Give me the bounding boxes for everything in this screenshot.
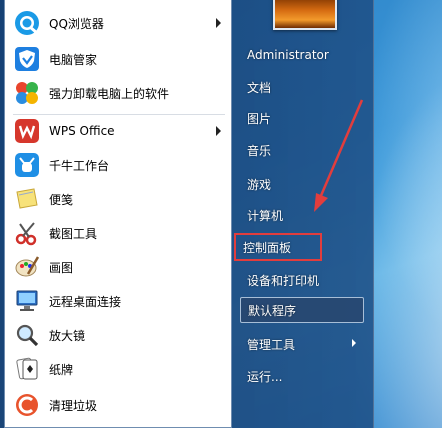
link-run[interactable]: 运行...	[240, 363, 364, 389]
link-label: 计算机	[247, 208, 284, 223]
snipping-tool-icon	[13, 219, 41, 247]
cleanup-icon	[13, 391, 41, 419]
link-computer[interactable]: 计算机	[240, 202, 364, 228]
link-pictures[interactable]: 图片	[240, 105, 364, 131]
qianniu-icon	[13, 151, 41, 179]
program-label: 电脑管家	[49, 52, 98, 67]
sticky-notes-icon	[13, 185, 41, 213]
paint-icon	[13, 253, 41, 281]
program-label: 纸牌	[49, 362, 74, 377]
program-label: 远程桌面连接	[49, 294, 122, 309]
link-label: 图片	[247, 111, 272, 126]
program-item-snipping-tool[interactable]: 截图工具	[7, 216, 229, 250]
program-label: 放大镜	[49, 328, 86, 343]
user-name-link[interactable]: Administrator	[240, 42, 364, 68]
link-label: 控制面板	[243, 240, 292, 255]
submenu-arrow-icon	[216, 18, 221, 28]
remote-desktop-icon	[13, 287, 41, 315]
program-label: WPS Office	[49, 124, 115, 138]
pc-manager-shield-icon	[13, 45, 41, 73]
user-name: Administrator	[247, 48, 329, 62]
program-item-magnifier[interactable]: 放大镜	[7, 318, 229, 352]
program-item-wps-office[interactable]: WPS Office	[7, 114, 229, 148]
program-label: 清理垃圾	[49, 398, 98, 413]
link-label: 默认程序	[248, 303, 297, 318]
submenu-arrow-icon	[352, 339, 356, 347]
program-item-qianniu[interactable]: 千牛工作台	[7, 148, 229, 182]
link-admin-tools[interactable]: 管理工具	[240, 331, 364, 357]
programs-pane: QQ浏览器 电脑管家 强力卸载电脑上的软件 WPS Office 千牛工作台 便…	[4, 0, 232, 428]
user-avatar-icon[interactable]	[273, 0, 337, 30]
submenu-arrow-icon	[216, 126, 221, 136]
link-devices-printers[interactable]: 设备和打印机	[240, 267, 364, 293]
magnifier-icon	[13, 321, 41, 349]
link-control-panel[interactable]: 控制面板	[234, 233, 322, 261]
link-music[interactable]: 音乐	[240, 137, 364, 163]
program-item-pc-manager[interactable]: 电脑管家	[7, 42, 229, 76]
wps-office-icon	[13, 117, 41, 145]
link-default-programs[interactable]: 默认程序	[240, 297, 364, 323]
link-label: 设备和打印机	[247, 273, 320, 288]
program-label: 强力卸载电脑上的软件	[49, 86, 170, 101]
program-label: 便笺	[49, 192, 74, 207]
program-item-uninstaller[interactable]: 强力卸载电脑上的软件	[7, 76, 229, 110]
program-item-remote-desktop[interactable]: 远程桌面连接	[7, 284, 229, 318]
solitaire-icon	[13, 355, 41, 383]
link-label: 运行...	[247, 369, 283, 384]
program-label: 截图工具	[49, 226, 98, 241]
link-label: 音乐	[247, 143, 272, 158]
program-label: 画图	[49, 260, 74, 275]
uninstall-icon	[13, 79, 41, 107]
link-documents[interactable]: 文档	[240, 74, 364, 100]
program-item-sticky-notes[interactable]: 便笺	[7, 182, 229, 216]
program-item-qq-browser[interactable]: QQ浏览器	[7, 6, 229, 40]
program-item-cleanup[interactable]: 清理垃圾	[7, 388, 229, 422]
link-label: 管理工具	[247, 337, 296, 352]
link-label: 游戏	[247, 177, 272, 192]
qq-browser-icon	[13, 9, 41, 37]
program-label: 千牛工作台	[49, 158, 110, 173]
link-games[interactable]: 游戏	[240, 171, 364, 197]
program-item-paint[interactable]: 画图	[7, 250, 229, 284]
program-item-solitaire[interactable]: 纸牌	[7, 352, 229, 386]
program-label: QQ浏览器	[49, 16, 104, 31]
link-label: 文档	[247, 80, 272, 95]
